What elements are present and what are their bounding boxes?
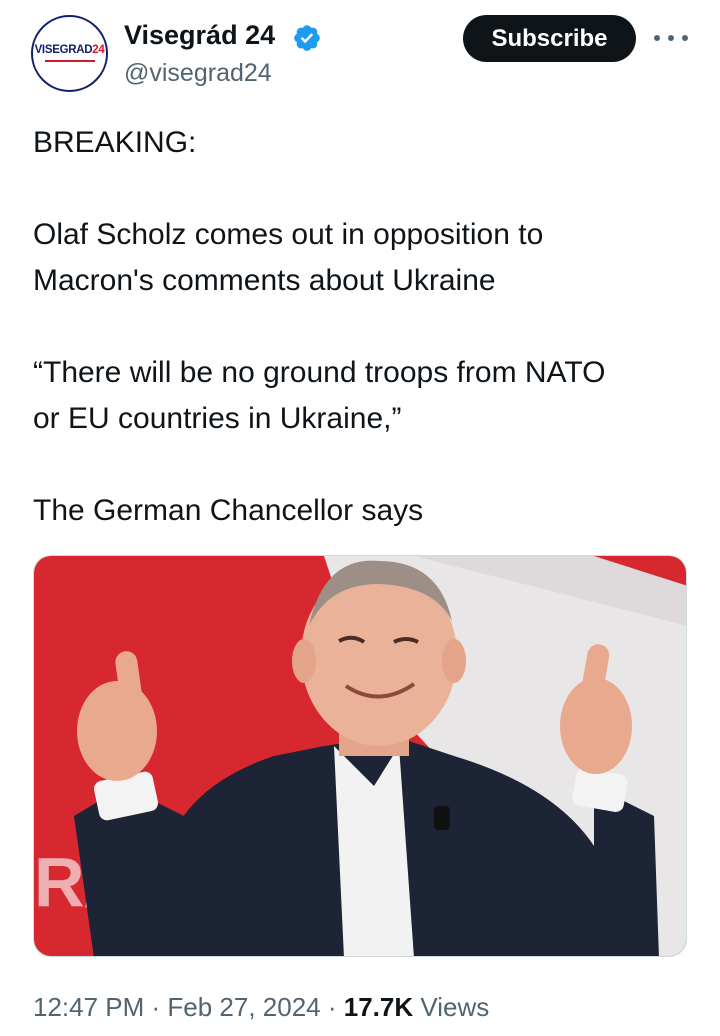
views-label: Views	[413, 992, 490, 1022]
tweet-photo[interactable]: R/	[33, 555, 687, 957]
tweet-line: The German Chancellor says	[33, 494, 424, 527]
user-handle[interactable]: @visegrad24	[124, 57, 272, 89]
tweet-text: BREAKING: Olaf Scholz comes out in oppos…	[33, 120, 693, 534]
tweet-line: Macron's comments about Ukraine	[33, 264, 496, 297]
tweet-line: BREAKING:	[33, 126, 197, 159]
avatar-logo-text: VISEGRAD24	[34, 44, 105, 57]
more-dot	[654, 35, 660, 41]
tweet-line: or EU countries in Ukraine,”	[33, 402, 402, 435]
avatar-logo-underline	[44, 59, 95, 62]
tweet-line: “There will be no ground troops from NAT…	[33, 356, 606, 389]
photo-illustration: R/	[34, 556, 686, 956]
tweet-line: Olaf Scholz comes out in opposition to	[33, 218, 544, 251]
more-options-icon[interactable]	[654, 26, 688, 50]
subscribe-button[interactable]: Subscribe	[463, 15, 636, 62]
separator: ·	[144, 992, 168, 1022]
more-dot	[682, 35, 688, 41]
views-count[interactable]: 17.7K	[344, 992, 413, 1022]
avatar[interactable]: VISEGRAD24	[31, 15, 108, 92]
tweet-date[interactable]: Feb 27, 2024	[167, 992, 320, 1022]
verified-badge-icon	[294, 25, 320, 51]
more-dot	[668, 35, 674, 41]
tweet-meta: 12:47 PM · Feb 27, 2024 · 17.7K Views	[33, 990, 489, 1024]
tweet-time[interactable]: 12:47 PM	[33, 992, 144, 1022]
display-name[interactable]: Visegrád 24	[124, 18, 275, 52]
separator: ·	[320, 992, 344, 1022]
